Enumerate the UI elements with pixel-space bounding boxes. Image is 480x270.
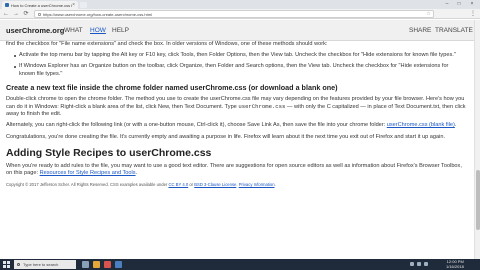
notification-icon[interactable] xyxy=(424,262,428,266)
download-paragraph: Alternately, you can right-click the fol… xyxy=(6,122,466,129)
section-heading-new-file: Create a new text file inside the chrome… xyxy=(6,82,338,92)
filename-code: userChrome.css xyxy=(238,103,286,111)
site-brand[interactable]: userChrome.org xyxy=(6,26,64,35)
address-url: https://www.userchrome.org/how-create-us… xyxy=(43,11,152,17)
nav-link-translate[interactable]: TRANSLATE xyxy=(435,27,473,34)
task-view-icon[interactable] xyxy=(82,261,89,268)
nav-link-help[interactable]: HELP xyxy=(112,27,129,34)
list-item: If Windows Explorer has an Organize butt… xyxy=(14,63,466,77)
file-explorer-icon[interactable] xyxy=(93,261,100,268)
intro-paragraph: find the checkbox for "File name extensi… xyxy=(6,41,328,47)
cc-license-link[interactable]: CC BY 4.0 xyxy=(168,182,188,187)
privacy-link[interactable]: Privacy Information xyxy=(239,182,275,187)
taskbar: Type here to search 12:00 PM 1/16/2018 xyxy=(0,259,480,270)
tab-close-icon[interactable]: × xyxy=(72,2,75,8)
app-icon[interactable] xyxy=(115,261,122,268)
lock-icon xyxy=(38,12,41,16)
footer-text: Copyright © 2017 Jefferson Scher. All Ri… xyxy=(6,182,169,188)
browser-tab[interactable]: How to Create a userChrome.css File - us… xyxy=(2,1,78,9)
page-scrollbar[interactable] xyxy=(474,20,480,259)
close-window-button[interactable]: × xyxy=(466,0,478,8)
new-tab-button[interactable] xyxy=(80,2,87,8)
copyright-footer: Copyright © 2017 Jefferson Scher. All Ri… xyxy=(6,182,466,188)
taskbar-clock[interactable]: 12:00 PM 1/16/2018 xyxy=(446,259,464,269)
browser-tab-bar: How to Create a userChrome.css File - us… xyxy=(0,0,480,9)
nav-link-share[interactable]: SHARE xyxy=(409,27,431,34)
resources-link[interactable]: Resources for Style Recipes and Tools xyxy=(40,170,136,176)
address-bar[interactable]: https://www.userchrome.org/how-create-us… xyxy=(34,10,434,18)
maximize-window-button[interactable]: □ xyxy=(453,0,465,8)
network-icon[interactable] xyxy=(410,262,414,266)
browser-menu-icon[interactable]: ⋮ xyxy=(470,10,476,18)
tab-title: How to Create a userChrome.css File - us… xyxy=(11,2,72,8)
reload-icon[interactable]: ⟳ xyxy=(22,10,30,18)
site-navigation: userChrome.org WHAT HOW HELP SHARE TRANS… xyxy=(0,20,480,41)
minimize-window-button[interactable]: – xyxy=(441,0,453,8)
chrome-icon[interactable] xyxy=(104,261,111,268)
bookmark-star-icon[interactable]: ☆ xyxy=(427,11,431,18)
forward-arrow-icon[interactable]: → xyxy=(12,10,20,18)
favicon-icon xyxy=(5,3,9,7)
congratulations-paragraph: Congratulations, you're done creating th… xyxy=(6,133,445,140)
section-heading-recipes: Adding Style Recipes to userChrome.css xyxy=(6,146,212,159)
footer-text: . xyxy=(274,182,276,188)
volume-icon[interactable] xyxy=(417,262,421,266)
taskbar-search-box[interactable]: Type here to search xyxy=(14,260,76,269)
article-content: find the checkbox for "File name extensi… xyxy=(6,41,466,188)
back-arrow-icon[interactable]: ← xyxy=(2,10,10,18)
bsd-license-link[interactable]: BSD 3-Clause License xyxy=(194,182,236,187)
browser-toolbar: ← → ⟳ https://www.userchrome.org/how-cre… xyxy=(0,9,480,19)
recipes-paragraph: When you're ready to add rules to the fi… xyxy=(6,163,466,177)
scrollbar-thumb[interactable] xyxy=(476,170,480,230)
windows-start-icon[interactable] xyxy=(3,261,10,268)
blank-file-link[interactable]: userChrome.css (blank file) xyxy=(387,122,455,128)
instructions-list: Activate the top menu bar by tapping the… xyxy=(6,52,466,78)
create-file-paragraph: Double-click chrome to open the chrome f… xyxy=(6,96,466,119)
system-tray xyxy=(410,262,436,266)
search-icon xyxy=(17,263,20,266)
taskbar-search-placeholder: Type here to search xyxy=(23,262,59,267)
paragraph-text: Alternately, you can right-click the fol… xyxy=(6,122,387,129)
nav-link-how[interactable]: HOW xyxy=(90,27,106,34)
clock-date: 1/16/2018 xyxy=(446,263,464,269)
nav-link-what[interactable]: WHAT xyxy=(64,27,83,34)
list-item: Activate the top menu bar by tapping the… xyxy=(14,52,466,59)
paragraph-text: . xyxy=(135,170,138,177)
paragraph-text: . xyxy=(454,122,457,129)
